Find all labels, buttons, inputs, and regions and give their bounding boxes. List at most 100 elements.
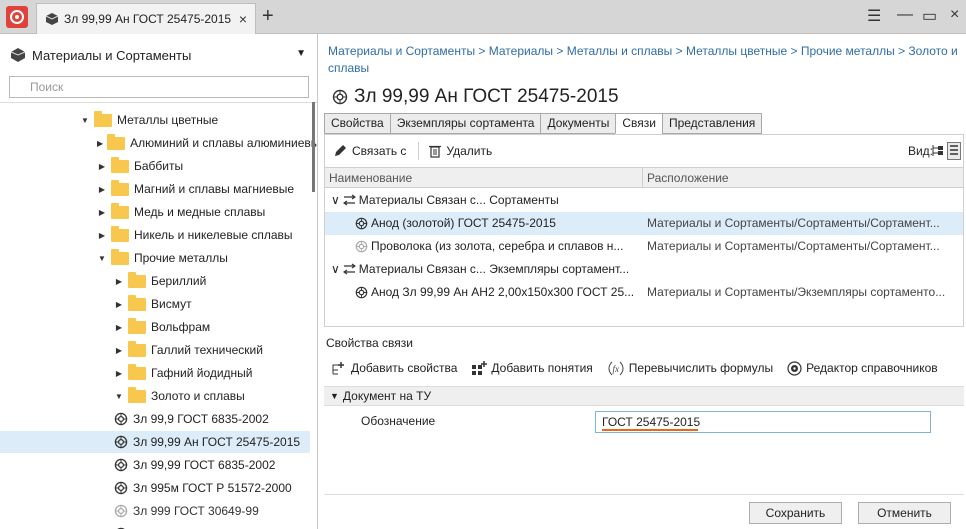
tree-item-label: Магний и сплавы магниевые: [134, 182, 295, 196]
expand-right-icon[interactable]: ▶: [97, 139, 103, 148]
chevron-down-icon[interactable]: ∨: [331, 262, 340, 276]
tree-folder-item[interactable]: ▶ Галлий технический: [0, 339, 310, 361]
tab-3[interactable]: Связи: [615, 113, 662, 134]
relation-row[interactable]: Анод Зл 99,99 Ан АН2 2,00x150x300 ГОСТ 2…: [325, 281, 963, 304]
tree-item-label: Зл 99,99 ГОСТ 6835-2002: [133, 458, 276, 472]
tree-material-item[interactable]: Зл 999.5м ГОСТ Р 51572-2000: [0, 523, 310, 529]
list-view-icon[interactable]: [947, 142, 961, 160]
expand-right-icon[interactable]: ▶: [114, 277, 124, 286]
minimize-button[interactable]: —: [897, 6, 913, 24]
column-header-name[interactable]: Наименование: [329, 171, 412, 185]
relation-group-row[interactable]: ∨ Материалы Связан с... Сортаменты: [325, 189, 963, 212]
material-library-icon: [45, 13, 59, 25]
formula-icon: fx: [608, 361, 624, 375]
expand-right-icon[interactable]: ▶: [114, 369, 124, 378]
app-logo-icon[interactable]: [6, 6, 28, 28]
maximize-button[interactable]: ▭: [922, 6, 937, 26]
tree-material-item[interactable]: Зл 995м ГОСТ Р 51572-2000: [0, 477, 310, 499]
expand-right-icon[interactable]: ▶: [97, 208, 107, 217]
tab-1[interactable]: Экземпляры сортамента: [389, 113, 541, 134]
page-title-text: Зл 99,99 Ан ГОСТ 25475-2015: [354, 86, 619, 107]
chevron-down-icon[interactable]: ∨: [331, 193, 340, 207]
relations-toolbar: Связать с Удалить Вид:: [324, 134, 964, 167]
chevron-down-icon[interactable]: ▼: [330, 391, 339, 401]
relation-row[interactable]: Анод (золотой) ГОСТ 25475-2015 Материалы …: [325, 212, 963, 235]
expand-right-icon[interactable]: ▶: [114, 300, 124, 309]
cancel-button[interactable]: Отменить: [858, 502, 951, 524]
tree-material-item[interactable]: Зл 99,99 Ан ГОСТ 25475-2015: [0, 431, 310, 453]
relation-name-cell: ∨ Материалы Связан с... Сортаменты: [331, 193, 641, 207]
expand-right-icon[interactable]: ▶: [114, 346, 124, 355]
add-property-icon: [332, 361, 344, 374]
expand-right-icon[interactable]: ▶: [97, 162, 107, 171]
search-input[interactable]: [9, 76, 309, 98]
tree-folder-item[interactable]: ▶ Вольфрам: [0, 316, 310, 338]
tree-folder-item[interactable]: ▶ Баббиты: [0, 155, 310, 177]
reference-editor-button[interactable]: Редактор справочников: [787, 360, 938, 376]
relation-row[interactable]: Проволока (из золота, серебра и сплавов …: [325, 235, 963, 258]
menu-icon[interactable]: ☰: [867, 6, 881, 26]
material-library-icon: [10, 48, 26, 62]
add-properties-button[interactable]: Добавить свойства: [331, 361, 457, 376]
close-window-button[interactable]: ×: [950, 6, 959, 24]
document-tab[interactable]: Зл 99,99 Ан ГОСТ 25475-2015 ×: [36, 3, 256, 34]
folder-icon: [128, 386, 146, 403]
material-icon: [332, 89, 348, 105]
expand-down-icon[interactable]: ▼: [114, 392, 124, 401]
column-divider[interactable]: [642, 168, 643, 188]
tree-folder-item[interactable]: ▼ Металлы цветные: [0, 109, 310, 131]
property-group-header[interactable]: ▼ Документ на ТУ: [324, 386, 964, 406]
add-concepts-button[interactable]: Добавить понятия: [471, 360, 593, 376]
expand-right-icon[interactable]: ▶: [114, 323, 124, 332]
tab-4[interactable]: Представления: [661, 113, 763, 134]
tree-scrollbar[interactable]: [312, 102, 315, 192]
tab-2[interactable]: Документы: [540, 113, 616, 134]
relation-name-text: Анод (золотой) ГОСТ 25475-2015: [371, 216, 556, 230]
material-icon: [114, 458, 128, 472]
expand-right-icon[interactable]: ▶: [97, 231, 107, 240]
expand-down-icon[interactable]: ▼: [97, 254, 107, 263]
folder-icon: [128, 294, 146, 311]
library-selector[interactable]: Материалы и Сортаменты ▼: [10, 46, 310, 64]
chevron-down-icon[interactable]: ▼: [296, 48, 306, 59]
material-icon: [355, 217, 368, 229]
tree-folder-item[interactable]: ▼ Прочие металлы: [0, 247, 310, 269]
tree-folder-item[interactable]: ▶ Магний и сплавы магниевые: [0, 178, 310, 200]
tree-folder-item[interactable]: ▶ Алюминий и сплавы алюминиевые: [0, 132, 317, 154]
tree-material-item[interactable]: Зл 99,9 ГОСТ 6835-2002: [0, 408, 310, 430]
tab-0[interactable]: Свойства: [324, 113, 390, 134]
tree-view-icon[interactable]: [932, 144, 944, 158]
tree-item-label: Висмут: [151, 297, 192, 311]
tree-folder-item[interactable]: ▼ Золото и сплавы: [0, 385, 310, 407]
property-group-label: Документ на ТУ: [342, 389, 432, 403]
link-properties-toolbar: Добавить свойства Добавить понятия fx Пе…: [324, 354, 964, 382]
recalculate-formulas-button[interactable]: fx Перевычислить формулы: [607, 361, 773, 376]
delete-button[interactable]: Удалить: [429, 144, 492, 158]
tree-folder-item[interactable]: ▶ Гафний йодидный: [0, 362, 310, 384]
tree-folder-item[interactable]: ▶ Медь и медные сплавы: [0, 201, 310, 223]
tree-material-item[interactable]: Зл 999 ГОСТ 30649-99: [0, 500, 310, 522]
tree-folder-item[interactable]: ▶ Никель и никелевые сплавы: [0, 224, 310, 246]
column-header-location[interactable]: Расположение: [647, 171, 729, 185]
link-with-button[interactable]: Связать с: [333, 144, 406, 158]
relation-name-text: Материалы Связан с... Экземпляры сортаме…: [358, 262, 630, 276]
tree-material-item[interactable]: Зл 99,99 ГОСТ 6835-2002: [0, 454, 310, 476]
tree-folder-item[interactable]: ▶ Висмут: [0, 293, 310, 315]
add-concept-icon: [472, 360, 488, 375]
close-tab-icon[interactable]: ×: [239, 11, 247, 27]
material-icon: [355, 240, 368, 252]
tree-folder-item[interactable]: ▶ Бериллий: [0, 270, 310, 292]
breadcrumb[interactable]: Материалы и Сортаменты > Материалы > Мет…: [328, 43, 964, 77]
relation-name-cell: Анод Зл 99,99 Ан АН2 2,00x150x300 ГОСТ 2…: [355, 285, 641, 299]
folder-icon: [107, 133, 126, 150]
tree-item-label: Баббиты: [134, 159, 184, 173]
tree-item-label: Зл 999 ГОСТ 30649-99: [133, 504, 259, 518]
tree-item-label: Алюминий и сплавы алюминиевые: [130, 136, 317, 150]
relation-type-icon: [342, 194, 356, 206]
tree-item-label: Металлы цветные: [117, 113, 219, 127]
expand-right-icon[interactable]: ▶: [97, 185, 107, 194]
new-tab-button[interactable]: +: [262, 4, 274, 28]
relation-group-row[interactable]: ∨ Материалы Связан с... Экземпляры сортам…: [325, 258, 963, 281]
expand-down-icon[interactable]: ▼: [80, 116, 90, 125]
save-button[interactable]: Сохранить: [749, 502, 842, 524]
